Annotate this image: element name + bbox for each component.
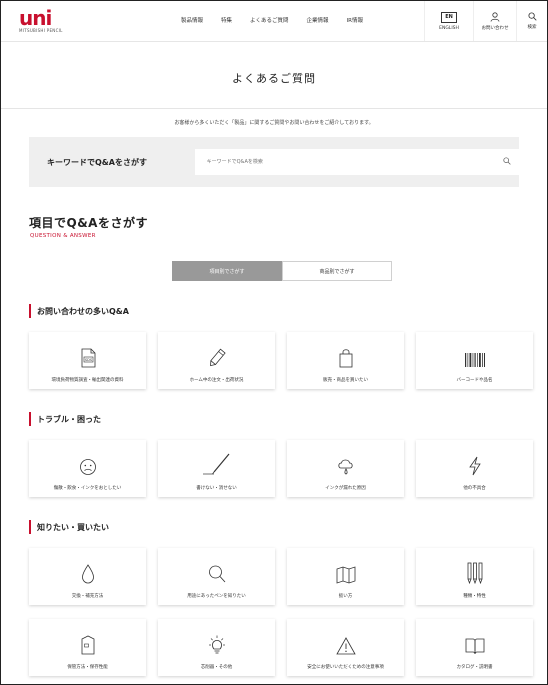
faq-card[interactable]: 扱い方 xyxy=(287,548,404,605)
nav-item-faq[interactable]: よくあるご質問 xyxy=(250,16,289,24)
drop-icon xyxy=(81,552,95,584)
faq-card[interactable]: SDS 環境負荷物質調査・輸出関連の資料 xyxy=(29,332,146,389)
faq-card[interactable]: 芯削器・その他 xyxy=(158,619,275,676)
header-utilities: EN ENGLISH お問い合わせ 検索 xyxy=(424,1,547,41)
contact-button[interactable]: お問い合わせ xyxy=(473,1,516,41)
faq-card-label: 用途にあったペンを知りたい xyxy=(187,594,246,599)
person-icon xyxy=(490,11,500,22)
faq-card[interactable]: 保管方法・保存性能 xyxy=(29,619,146,676)
category-cards: SDS 環境負荷物質調査・輸出関連の資料 ホーム中の注文・出荷状況 販売・商品を… xyxy=(29,332,547,389)
faq-card[interactable]: カタログ・説明書 xyxy=(416,619,533,676)
faq-card-label: 書けない・消せない xyxy=(196,486,237,491)
faq-card[interactable]: バーコードや品名 xyxy=(416,332,533,389)
faq-card-label: 種類・特性 xyxy=(463,594,486,599)
faq-card[interactable]: 種類・特性 xyxy=(416,548,533,605)
faq-card-label: ホーム中の注文・出荷状況 xyxy=(189,378,244,383)
category-title: 知りたい・買いたい xyxy=(37,522,109,532)
map-book-icon xyxy=(336,552,356,584)
pen-writing-icon xyxy=(202,444,232,476)
tab-by-product[interactable]: 商品別でさがす xyxy=(282,261,392,281)
search-mode-toggle: 項目別でさがす 商品別でさがす xyxy=(172,261,393,281)
pens-icon xyxy=(466,552,484,584)
global-nav: 製品情報 特集 よくあるご質問 企業情報 IR情報 xyxy=(181,16,381,24)
logo-subtext: MITSUBISHI PENCIL xyxy=(19,28,63,33)
site-logo[interactable]: uni MITSUBISHI PENCIL xyxy=(19,6,65,33)
faq-card-label: 交換・補充方法 xyxy=(71,594,104,599)
contact-label: お問い合わせ xyxy=(481,25,509,31)
category-title: トラブル・困った xyxy=(37,414,101,424)
english-label: ENGLISH xyxy=(439,25,459,31)
shopping-bag-icon xyxy=(338,336,354,368)
nav-item-feature[interactable]: 特集 xyxy=(221,16,232,24)
faq-card[interactable]: インクが漏れた原因 xyxy=(287,440,404,497)
category-trouble: トラブル・困った 傷散・飲食・インクをおとしたい 書けない・消せない インクが漏… xyxy=(29,412,547,497)
light-bulb-icon xyxy=(207,623,227,655)
faq-card-label: 扱い方 xyxy=(338,594,353,599)
faq-card[interactable]: 書けない・消せない xyxy=(158,440,275,497)
section-title: 項目でQ&Aをさがす xyxy=(29,216,148,230)
category-cards: 傷散・飲食・インクをおとしたい 書けない・消せない インクが漏れた原因 他の不具… xyxy=(29,440,547,497)
faq-card-label: 販売・商品を買いたい xyxy=(323,378,368,383)
category-heading: お問い合わせの多いQ&A xyxy=(29,304,547,318)
heading-accent-bar xyxy=(29,412,31,426)
logo-mark: uni xyxy=(19,6,52,30)
storage-box-icon xyxy=(79,623,97,655)
site-header: uni MITSUBISHI PENCIL 製品情報 特集 よくあるご質問 企業… xyxy=(1,1,547,42)
search-icon xyxy=(527,12,537,21)
heading-accent-bar xyxy=(29,520,31,534)
category-cards: 交換・補充方法 用途にあったペンを知りたい 扱い方 種類・特性 xyxy=(29,548,547,605)
face-worried-icon xyxy=(79,444,97,476)
lightning-icon xyxy=(467,444,483,476)
barcode-icon xyxy=(464,336,486,368)
section-subtitle: QUESTION & ANSWER xyxy=(30,233,96,239)
keyword-search-input[interactable] xyxy=(194,158,489,166)
category-learn-buy: 知りたい・買いたい 交換・補充方法 用途にあったペンを知りたい 扱い方 種類・特… xyxy=(29,520,547,676)
english-button[interactable]: EN ENGLISH xyxy=(424,1,473,41)
document-sds-icon: SDS xyxy=(80,336,96,368)
magnifier-icon xyxy=(208,552,226,584)
keyword-search-label: キーワードでQ&Aをさがす xyxy=(47,157,147,167)
svg-text:SDS: SDS xyxy=(84,358,92,362)
faq-card-label: バーコードや品名 xyxy=(456,378,493,383)
faq-card[interactable]: 用途にあったペンを知りたい xyxy=(158,548,275,605)
faq-card[interactable]: 傷散・飲食・インクをおとしたい xyxy=(29,440,146,497)
faq-card[interactable]: 販売・商品を買いたい xyxy=(287,332,404,389)
heading-accent-bar xyxy=(29,304,31,318)
category-heading: トラブル・困った xyxy=(29,412,547,426)
nav-item-products[interactable]: 製品情報 xyxy=(181,16,203,24)
page-frame: uni MITSUBISHI PENCIL 製品情報 特集 よくあるご質問 企業… xyxy=(0,0,548,685)
open-book-icon xyxy=(465,623,485,655)
category-cards: 保管方法・保存性能 芯削器・その他 安全にお使いいただくための注意事項 カタログ… xyxy=(29,619,547,676)
faq-card[interactable]: 安全にお使いいただくための注意事項 xyxy=(287,619,404,676)
faq-card-label: 他の不具合 xyxy=(463,486,486,491)
intro-text: お客様から多くいただく「製品」に関するご質問やお問い合わせをご紹介しております。 xyxy=(174,120,374,126)
warning-icon xyxy=(335,623,356,655)
faq-card-label: 傷散・飲食・インクをおとしたい xyxy=(53,486,122,491)
faq-card-label: インクが漏れた原因 xyxy=(325,486,366,491)
faq-card[interactable]: 交換・補充方法 xyxy=(29,548,146,605)
category-heading: 知りたい・買いたい xyxy=(29,520,547,534)
faq-card-label: 安全にお使いいただくための注意事項 xyxy=(307,665,384,670)
faq-card-label: 芯削器・その他 xyxy=(200,665,233,670)
nav-item-ir[interactable]: IR情報 xyxy=(347,16,363,24)
page-title: よくあるご質問 xyxy=(232,72,316,85)
english-icon: EN xyxy=(441,11,457,23)
keyword-search-box xyxy=(194,149,519,175)
header-search-button[interactable]: 検索 xyxy=(516,1,547,41)
search-icon[interactable] xyxy=(503,157,511,165)
faq-card[interactable]: 他の不具合 xyxy=(416,440,533,497)
faq-card-label: 保管方法・保存性能 xyxy=(67,665,108,670)
category-title: お問い合わせの多いQ&A xyxy=(37,306,129,316)
faq-card-label: 環境負荷物質調査・輸出関連の資料 xyxy=(51,378,124,383)
faq-card[interactable]: ホーム中の注文・出荷状況 xyxy=(158,332,275,389)
nav-item-company[interactable]: 企業情報 xyxy=(307,16,329,24)
tab-by-item[interactable]: 項目別でさがす xyxy=(172,261,282,281)
keyword-search-panel: キーワードでQ&Aをさがす xyxy=(29,137,519,187)
faq-card-label: カタログ・説明書 xyxy=(456,665,493,670)
ink-leak-icon xyxy=(337,444,355,476)
category-frequent: お問い合わせの多いQ&A SDS 環境負荷物質調査・輸出関連の資料 ホーム中の注… xyxy=(29,304,547,389)
search-label: 検索 xyxy=(527,25,537,30)
title-divider xyxy=(1,108,547,109)
pencil-icon xyxy=(208,336,226,368)
